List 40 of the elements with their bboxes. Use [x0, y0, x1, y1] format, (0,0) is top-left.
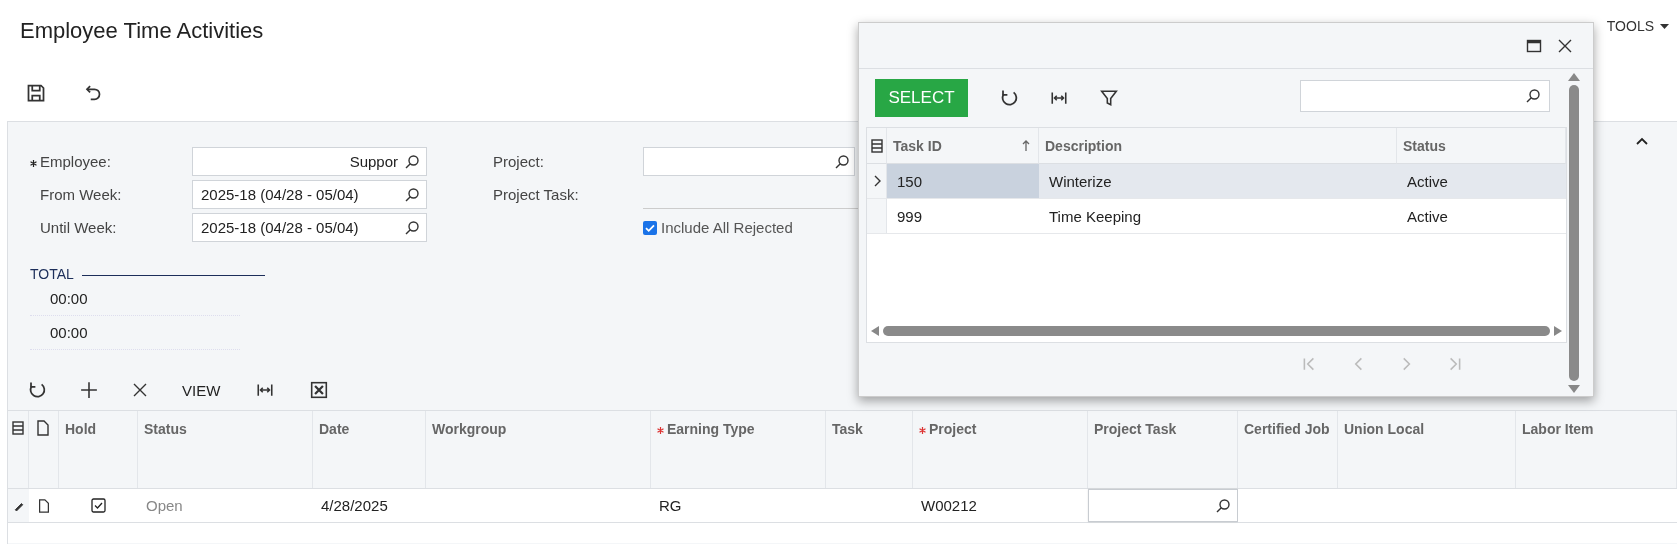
- view-button[interactable]: VIEW: [182, 381, 221, 399]
- column-header[interactable]: Task ID: [893, 137, 942, 154]
- table-cell[interactable]: 150: [887, 164, 1039, 199]
- total-value: 00:00: [50, 324, 88, 341]
- lookup-field[interactable]: 2025-18 (04/28 - 05/04): [192, 180, 427, 209]
- column-header[interactable]: Status: [144, 419, 187, 439]
- table-cell[interactable]: Winterize: [1039, 164, 1397, 199]
- total-value: 00:00: [50, 290, 88, 307]
- table-cell: 4/28/2025: [313, 488, 426, 523]
- field-label: Project:: [493, 153, 545, 170]
- column-header[interactable]: Status: [1403, 137, 1446, 154]
- column-header[interactable]: Project: [929, 419, 977, 439]
- field-label: Project Task:: [493, 186, 580, 203]
- field-label: Employee:: [40, 153, 111, 170]
- tools-menu[interactable]: TOOLS: [1606, 18, 1654, 34]
- column-header[interactable]: Task: [832, 419, 863, 439]
- column-header[interactable]: Hold: [65, 419, 97, 439]
- column-header[interactable]: Earning Type: [667, 419, 755, 439]
- column-header[interactable]: Project Task: [1094, 419, 1177, 439]
- column-header[interactable]: Certified Job: [1244, 419, 1330, 439]
- table-cell[interactable]: Active: [1397, 164, 1566, 199]
- column-header[interactable]: Labor Item: [1522, 419, 1594, 439]
- select-button[interactable]: SELECT: [875, 79, 968, 117]
- table-cell: RG: [651, 488, 826, 523]
- field-label: Until Week:: [40, 219, 117, 236]
- column-header[interactable]: Description: [1045, 137, 1122, 154]
- column-header[interactable]: Union Local: [1344, 419, 1425, 439]
- table-cell[interactable]: Time Keeping: [1039, 199, 1397, 234]
- table-cell[interactable]: Active: [1397, 199, 1566, 234]
- checkbox-label: Include All Rejected: [661, 219, 793, 236]
- table-cell: W00212: [913, 488, 1088, 523]
- lookup-field[interactable]: Suppor: [192, 147, 427, 176]
- column-header[interactable]: Workgroup: [432, 419, 507, 439]
- lookup-field[interactable]: 2025-18 (04/28 - 05/04): [192, 213, 427, 242]
- table-cell: Open: [138, 488, 313, 523]
- section-heading: TOTAL: [30, 266, 74, 282]
- page-title: Employee Time Activities: [20, 18, 264, 44]
- table-cell[interactable]: 999: [887, 199, 1039, 234]
- column-header[interactable]: Date: [319, 419, 350, 439]
- field-label: From Week:: [40, 186, 122, 203]
